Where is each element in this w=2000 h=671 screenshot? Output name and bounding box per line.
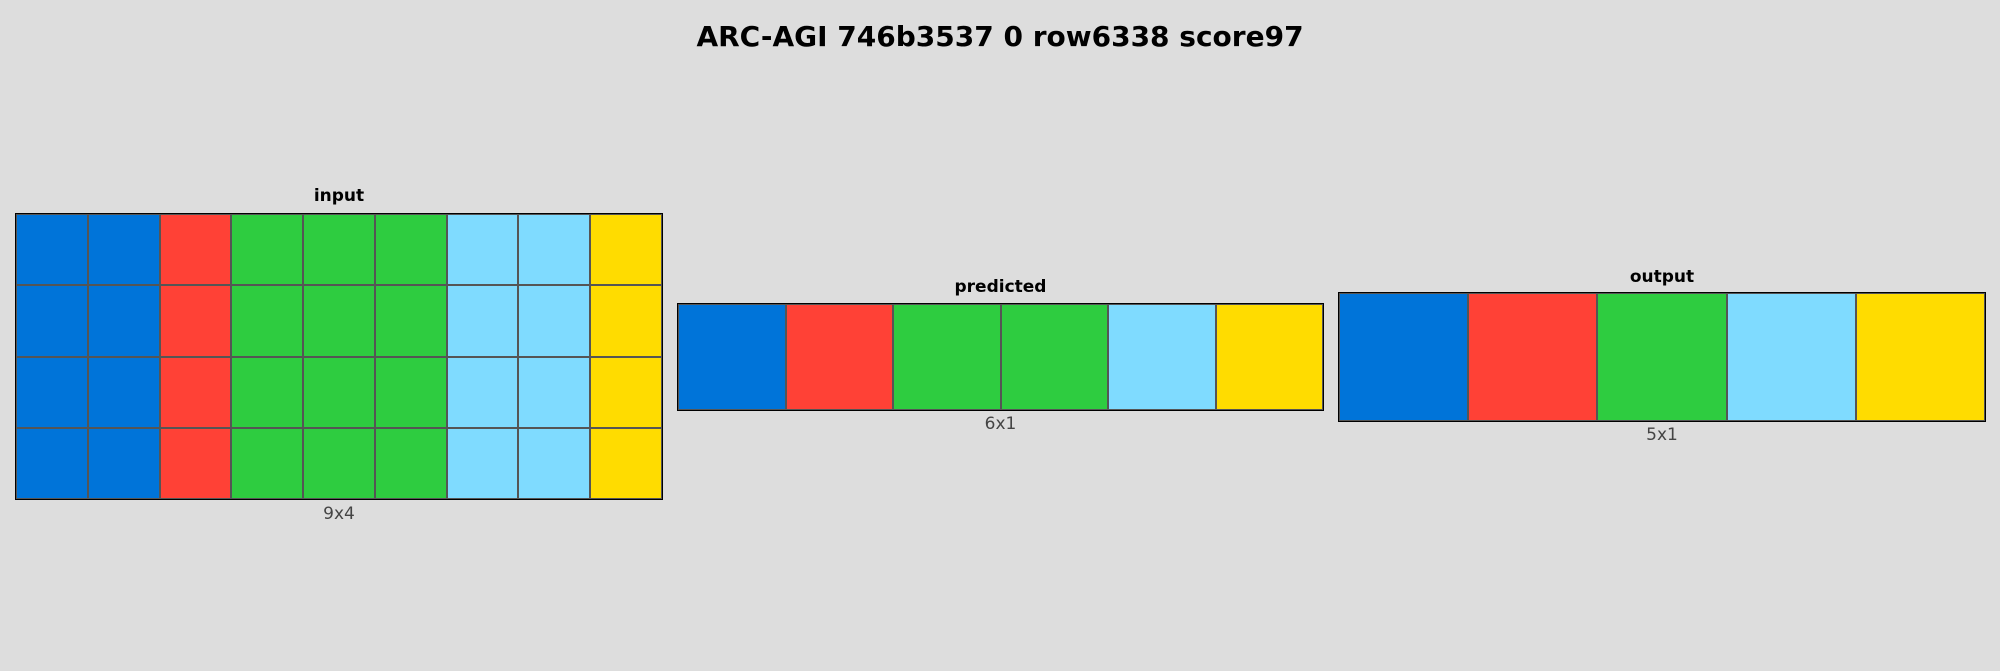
input-cell xyxy=(303,427,375,499)
output-dims: 5x1 xyxy=(1646,425,1678,445)
page-title: ARC-AGI 746b3537 0 row6338 score97 xyxy=(696,20,1304,53)
input-cell xyxy=(518,214,591,286)
input-cell xyxy=(231,214,304,286)
input-cell xyxy=(590,427,662,499)
output-grid xyxy=(1338,292,1986,422)
input-cell xyxy=(374,214,447,286)
input-cell xyxy=(159,214,232,286)
input-cell xyxy=(87,214,160,286)
predicted-cell xyxy=(1108,304,1216,410)
predicted-cell xyxy=(785,304,893,410)
input-cell xyxy=(303,214,375,286)
input-cell xyxy=(231,285,304,357)
input-cell xyxy=(374,285,447,357)
input-label: input xyxy=(313,186,365,206)
input-cell xyxy=(590,356,662,428)
predicted-dims: 6x1 xyxy=(984,414,1017,434)
input-cell xyxy=(231,356,304,428)
input-cell xyxy=(374,356,447,428)
input-cell xyxy=(16,356,88,428)
input-cell xyxy=(518,427,591,499)
predicted-grid xyxy=(677,303,1324,411)
predicted-label: predicted xyxy=(954,277,1047,297)
input-cell xyxy=(518,356,591,428)
predicted-panel: predicted 6x1 xyxy=(677,277,1324,437)
input-cell xyxy=(87,427,160,499)
input-cell xyxy=(159,427,232,499)
output-cell xyxy=(1855,293,1985,421)
predicted-cell xyxy=(1000,304,1108,410)
input-cell xyxy=(16,285,88,357)
input-cell xyxy=(446,285,519,357)
output-cell xyxy=(1339,293,1469,421)
input-cell xyxy=(303,285,375,357)
input-cell xyxy=(446,356,519,428)
input-dims: 9x4 xyxy=(323,504,355,524)
input-cell xyxy=(303,356,375,428)
input-cell xyxy=(87,285,160,357)
output-panel: output 5x1 xyxy=(1338,267,1986,447)
predicted-cell xyxy=(893,304,1001,410)
input-cell xyxy=(16,214,88,286)
input-grid xyxy=(15,213,663,500)
input-cell xyxy=(231,427,304,499)
input-cell xyxy=(590,214,662,286)
input-cell xyxy=(446,214,519,286)
input-cell xyxy=(518,285,591,357)
input-cell xyxy=(16,427,88,499)
input-cell xyxy=(87,356,160,428)
input-cell xyxy=(446,427,519,499)
input-cell xyxy=(159,356,232,428)
input-cell xyxy=(374,427,447,499)
input-panel: input 9x4 xyxy=(15,186,663,526)
output-label: output xyxy=(1629,267,1695,287)
input-cell xyxy=(159,285,232,357)
predicted-cell xyxy=(678,304,786,410)
output-cell xyxy=(1468,293,1598,421)
predicted-cell xyxy=(1215,304,1323,410)
input-cell xyxy=(590,285,662,357)
output-cell xyxy=(1597,293,1727,421)
output-cell xyxy=(1726,293,1856,421)
